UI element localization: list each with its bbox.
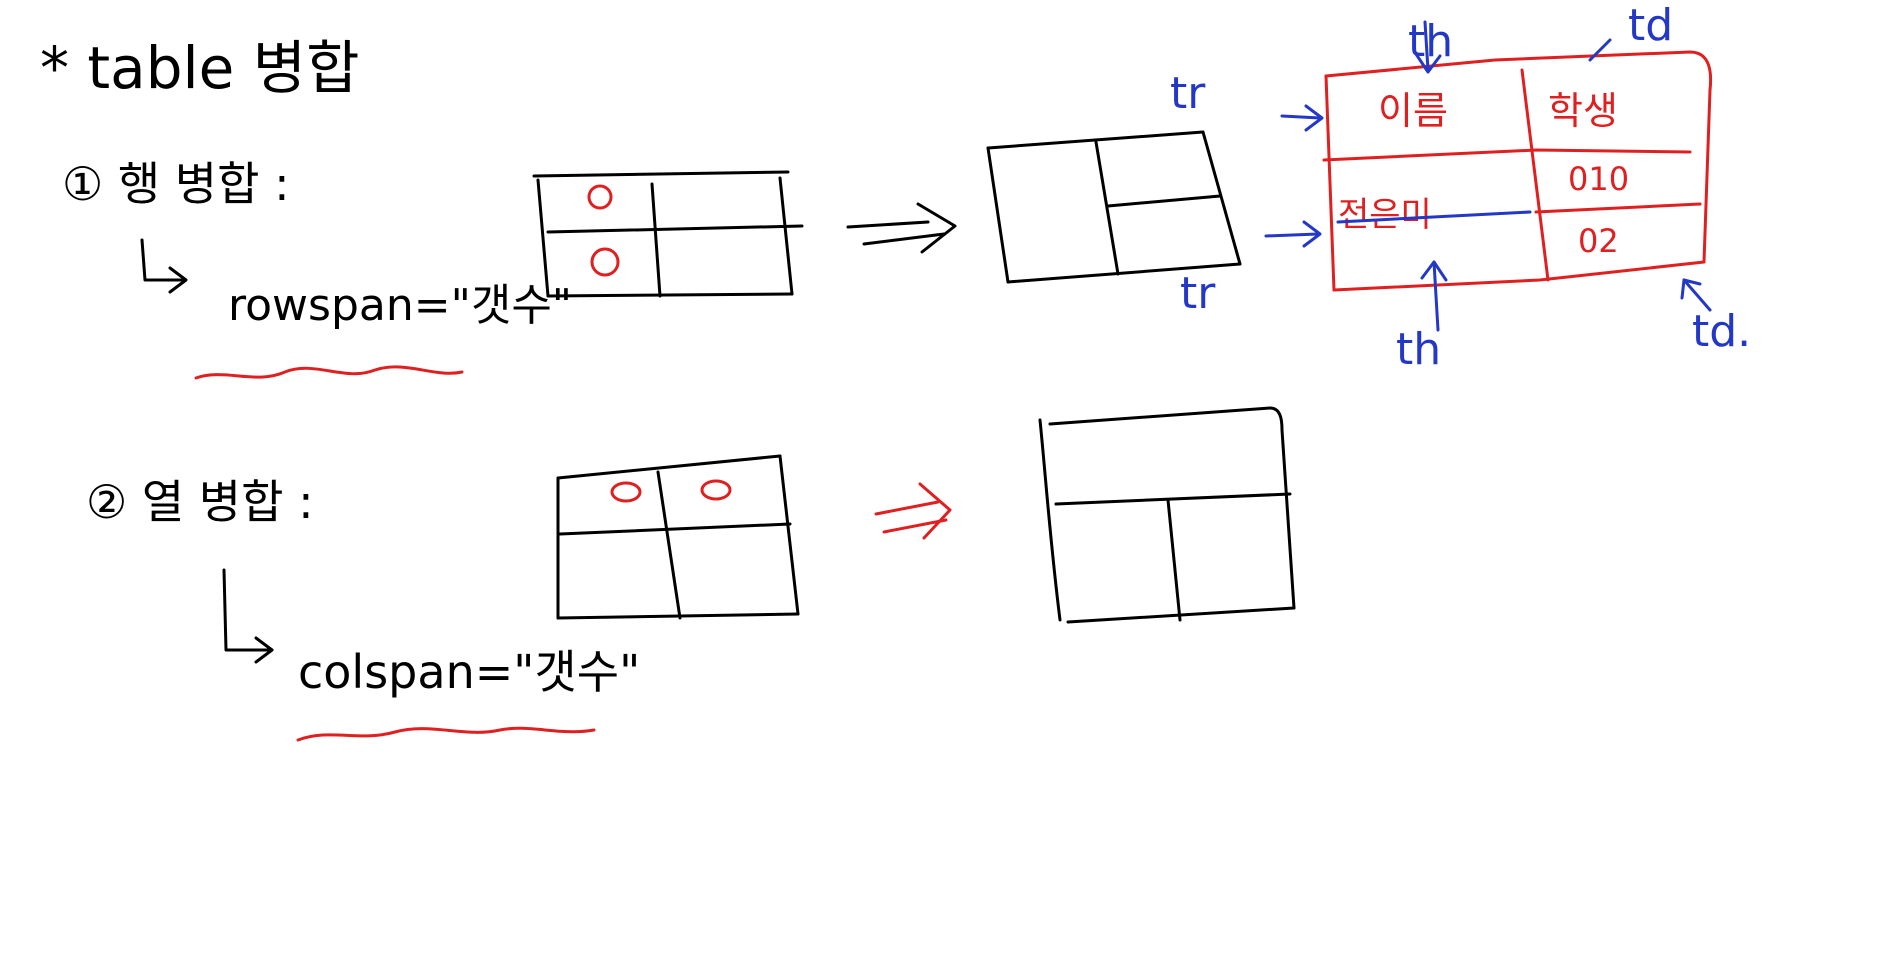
page-title: * table 병합 — [40, 34, 360, 102]
colspan-after-table — [1038, 406, 1296, 624]
rowspan-double-arrow — [846, 202, 957, 254]
colspan-attr-text: colspan="갯수" — [298, 645, 640, 699]
label-th-bottom: th — [1396, 324, 1441, 375]
rowspan-cell-marker-bottom — [590, 247, 620, 277]
rowspan-after-table — [986, 130, 1242, 284]
row-merge-hook-arrow — [140, 238, 188, 294]
label-td-bottom: td. — [1692, 306, 1751, 357]
rowspan-attr-text: rowspan="갯수" — [228, 280, 572, 331]
label-tr-top: tr — [1170, 68, 1206, 119]
rowspan-before-table — [532, 170, 804, 298]
colspan-cell-marker-right — [700, 479, 732, 501]
example-cell-02: 02 — [1578, 222, 1619, 260]
colspan-underline — [296, 726, 596, 742]
label-th-top: th — [1408, 16, 1453, 67]
example-table — [1322, 50, 1713, 292]
col-merge-hook-arrow — [222, 568, 274, 664]
colspan-before-table — [556, 454, 800, 620]
col-merge-label: ② 열 병합 : — [86, 475, 314, 529]
example-header-name: 이름 — [1378, 89, 1448, 133]
label-td-top: td — [1628, 0, 1673, 51]
rowspan-underline — [194, 365, 464, 380]
label-tr-bottom: tr — [1180, 268, 1216, 319]
row-merge-label: ① 행 병합 : — [62, 157, 290, 211]
example-header-student: 학생 — [1548, 89, 1618, 133]
example-cell-010: 010 — [1568, 160, 1629, 198]
whiteboard-canvas: * table 병합 ① 행 병합 : rowspan="갯수" 이름 학생 전… — [40, 0, 1751, 742]
colspan-double-arrow — [874, 482, 952, 540]
example-cell-name: 전은미 — [1338, 195, 1432, 235]
colspan-cell-marker-left — [610, 481, 642, 503]
rowspan-cell-marker-top — [587, 184, 613, 210]
